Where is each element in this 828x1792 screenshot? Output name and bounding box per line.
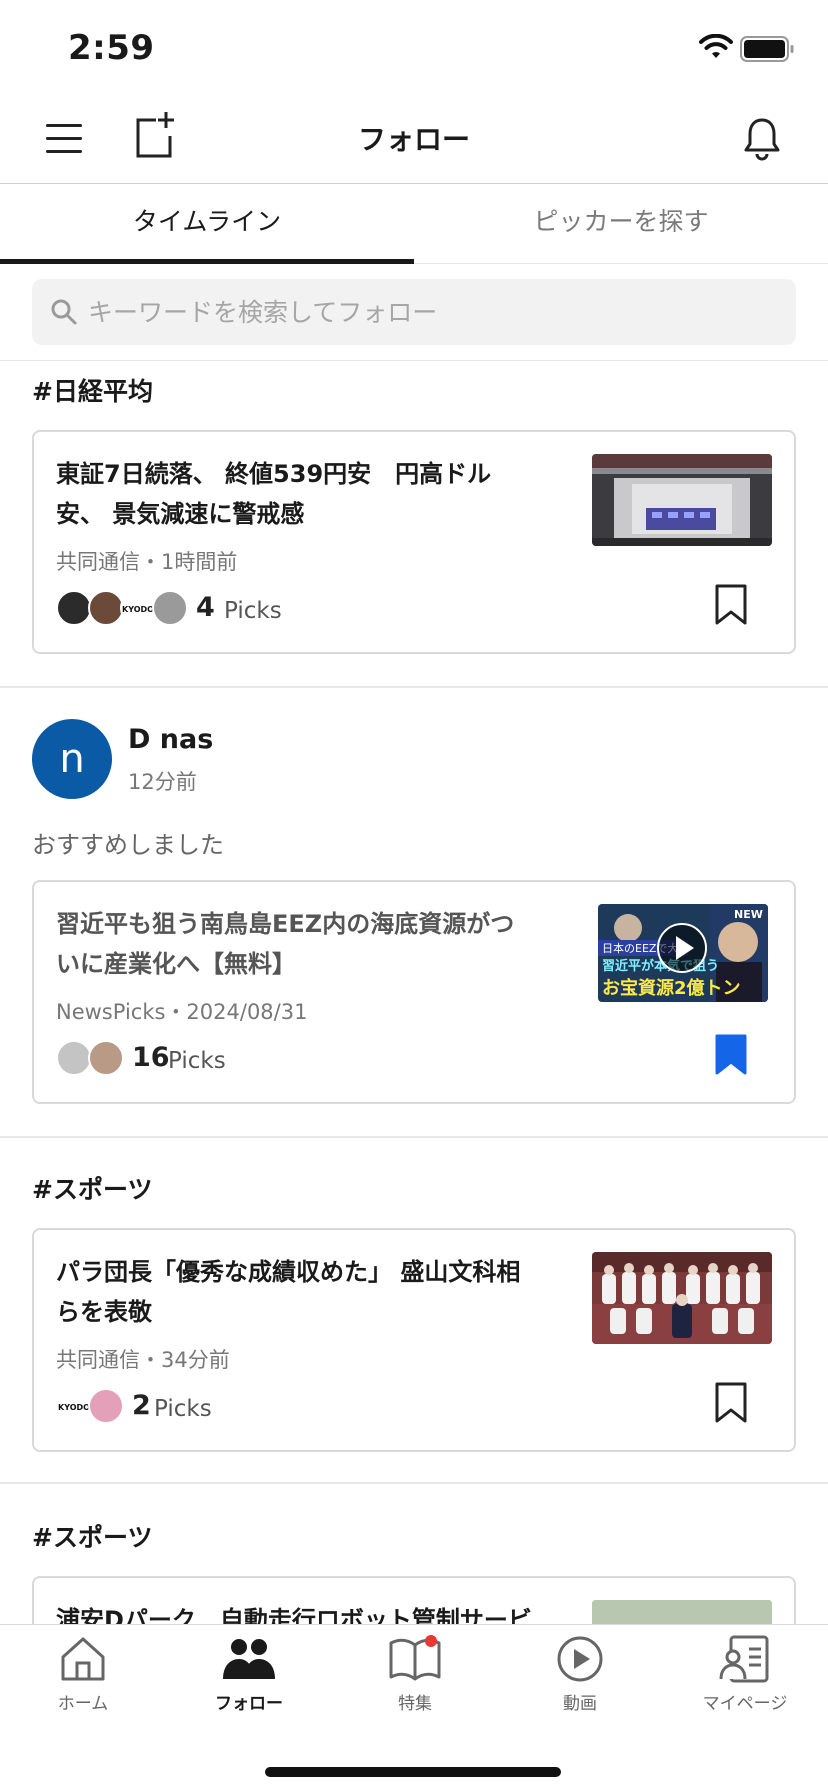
article-meta: 共同通信・1時間前 (56, 550, 238, 574)
segmented-tabs: タイムライン ピッカーを探す (0, 184, 828, 264)
wifi-icon (699, 34, 733, 58)
divider (0, 360, 828, 361)
section-divider (0, 1136, 828, 1138)
post-time: 12分前 (128, 770, 197, 794)
tab-mypage[interactable]: マイページ (662, 1635, 828, 1735)
bell-icon[interactable] (742, 116, 782, 162)
picks-count: 2 (132, 1390, 151, 1421)
user-avatar[interactable]: n (32, 719, 112, 799)
thumb-text: NEW (734, 908, 763, 921)
default-avatar-icon (56, 1040, 92, 1076)
home-indicator (265, 1767, 561, 1777)
profile-icon (719, 1635, 769, 1683)
article-title[interactable]: 東証7日続落、 終値539円安 円高ドル安、 景気減速に警戒感 (56, 454, 536, 534)
section-heading-hashtag[interactable]: #スポーツ (32, 1170, 152, 1206)
picks-label: Picks (168, 1048, 226, 1074)
user-name[interactable]: D nas (128, 724, 213, 755)
bookmark-filled-icon[interactable] (714, 1034, 748, 1076)
home-icon (61, 1637, 105, 1681)
article-meta: NewsPicks・2024/08/31 (56, 1000, 308, 1024)
tab-label: ホーム (57, 1694, 109, 1714)
avatar (88, 590, 124, 626)
kyodo-avatar: KYODO (56, 1388, 92, 1424)
picks-label: Picks (154, 1396, 212, 1422)
article-thumbnail[interactable] (592, 454, 772, 546)
avatar (56, 590, 92, 626)
bottom-tab-bar: ホーム フォロー 特集 動画 マイページ (0, 1624, 828, 1792)
bookmark-icon[interactable] (714, 1382, 748, 1424)
tab-label: 特集 (398, 1694, 432, 1714)
article-thumbnail[interactable] (592, 1252, 772, 1344)
search-icon (51, 299, 77, 325)
tab-follow[interactable]: フォロー (166, 1635, 332, 1735)
tab-video[interactable]: 動画 (497, 1635, 663, 1735)
picks-count: 4 (196, 592, 215, 623)
avatar (152, 590, 188, 626)
play-icon (557, 1636, 603, 1682)
tab-label: マイページ (702, 1694, 788, 1714)
video-thumbnail[interactable]: 日本のEEZで大 NEW 習近平が本気で狙う お宝資源2億トン (598, 904, 768, 1002)
article-title[interactable]: 習近平も狙う南鳥島EEZ内の海底資源がついに産業化へ【無料】 (56, 904, 536, 984)
thumb-text: お宝資源2億トン (602, 977, 741, 999)
section-heading-hashtag[interactable]: #日経平均 (32, 372, 153, 408)
tab-label: 動画 (563, 1694, 597, 1714)
status-bar: 2:59 (0, 0, 828, 96)
article-card[interactable]: パラ団長「優秀な成績収めた」 盛山文科相らを表敬 共同通信・34分前 KYODO… (32, 1228, 796, 1452)
search-input[interactable] (88, 279, 778, 345)
people-icon (223, 1639, 275, 1679)
tab-timeline[interactable]: タイムライン (0, 184, 414, 264)
tab-feature[interactable]: 特集 (332, 1635, 498, 1735)
bookmark-icon[interactable] (714, 584, 748, 626)
user-comment: おすすめしました (32, 831, 224, 859)
article-title[interactable]: パラ団長「優秀な成績収めた」 盛山文科相らを表敬 (56, 1252, 536, 1332)
section-heading-hashtag[interactable]: #スポーツ (32, 1518, 152, 1554)
picks-count: 16 (132, 1042, 170, 1073)
tab-label: フォロー (215, 1694, 283, 1714)
page-title: フォロー (357, 123, 470, 156)
article-card[interactable]: 東証7日続落、 終値539円安 円高ドル安、 景気減速に警戒感 共同通信・1時間… (32, 430, 796, 654)
kyodo-avatar: KYODO (120, 590, 156, 626)
picks-label: Picks (224, 598, 282, 624)
section-divider (0, 1482, 828, 1484)
article-card[interactable]: 習近平も狙う南鳥島EEZ内の海底資源がついに産業化へ【無料】 NewsPicks… (32, 880, 796, 1104)
tab-find-pickers[interactable]: ピッカーを探す (414, 184, 828, 264)
avatar (88, 1040, 124, 1076)
book-icon (389, 1635, 441, 1681)
search-bar (32, 279, 796, 345)
article-meta: 共同通信・34分前 (56, 1348, 230, 1372)
avatar (88, 1388, 124, 1424)
nav-header: フォロー (0, 96, 828, 184)
status-time: 2:59 (68, 28, 155, 68)
section-divider (0, 686, 828, 688)
notification-badge (425, 1635, 437, 1647)
tab-home[interactable]: ホーム (0, 1635, 166, 1735)
battery-icon (740, 36, 794, 62)
